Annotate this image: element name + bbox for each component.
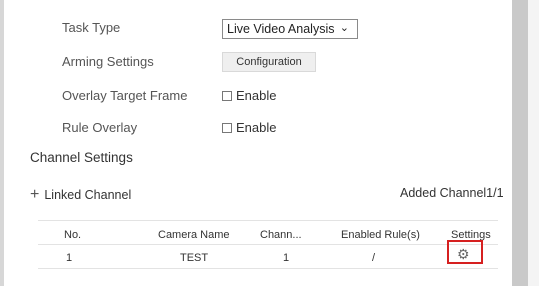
overlay-target-frame-checkbox[interactable]: Enable (222, 88, 276, 103)
linked-channel-button[interactable]: + Linked Channel (30, 186, 131, 204)
task-type-label: Task Type (62, 20, 121, 35)
overlay-target-frame-label: Overlay Target Frame (62, 88, 188, 103)
scrollbar[interactable] (512, 0, 528, 286)
checkbox-box[interactable] (222, 90, 232, 101)
header-camera-name: Camera Name (158, 229, 230, 241)
header-divider (38, 244, 498, 245)
cell-channel: 1 (283, 252, 290, 264)
linked-channel-label: Linked Channel (44, 188, 132, 202)
table-top-rule (38, 220, 498, 221)
channel-settings-title: Channel Settings (30, 150, 133, 165)
header-no: No. (64, 229, 82, 241)
settings-highlight-box (447, 240, 483, 264)
right-edge (528, 0, 539, 286)
rule-overlay-checkbox[interactable]: Enable (222, 120, 276, 135)
header-enabled-rules: Enabled Rule(s) (341, 229, 420, 241)
cell-camera-name: TEST (180, 252, 209, 264)
cell-enabled-rules: / (372, 252, 376, 264)
added-channel-count: Added Channel1/1 (400, 186, 504, 200)
cell-no: 1 (66, 252, 73, 264)
chevron-down-icon: ⌄ (339, 22, 349, 34)
task-type-select[interactable]: Live Video Analysis ⌄ (222, 19, 358, 39)
rule-overlay-label: Rule Overlay (62, 120, 138, 135)
checkbox-box[interactable] (222, 122, 232, 133)
configuration-button[interactable]: Configuration (222, 52, 316, 72)
header-channel: Chann... (260, 229, 302, 241)
plus-icon: + (30, 186, 40, 203)
overlay-target-frame-option: Enable (236, 88, 277, 103)
row-divider (38, 268, 498, 269)
task-type-value: Live Video Analysis (227, 22, 335, 36)
arming-settings-label: Arming Settings (62, 54, 154, 69)
rule-overlay-option: Enable (236, 120, 277, 135)
left-border (0, 0, 4, 286)
